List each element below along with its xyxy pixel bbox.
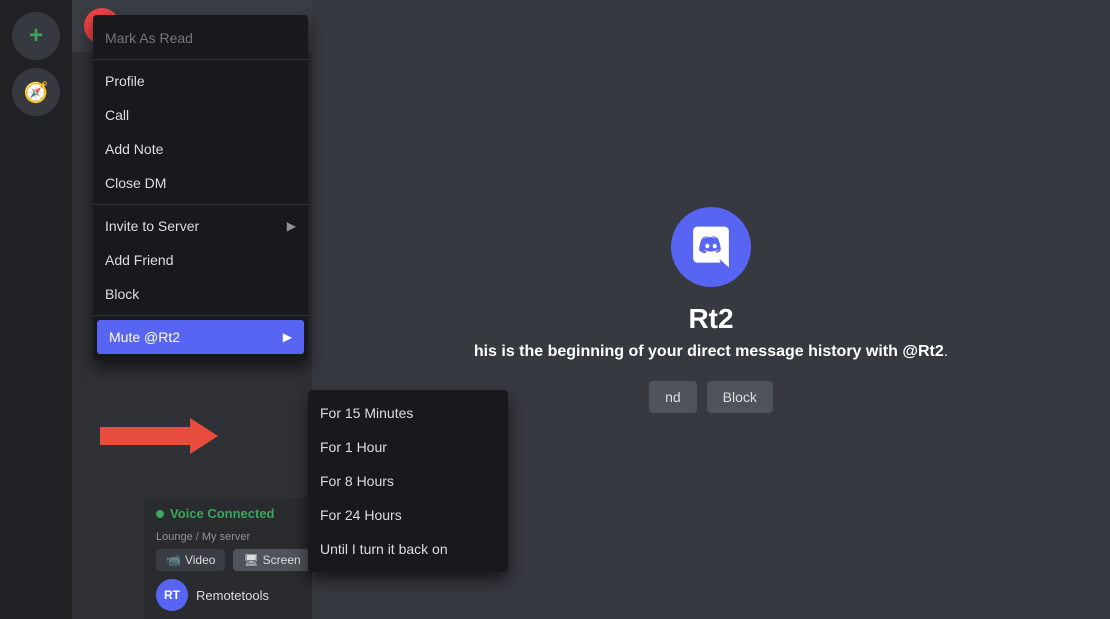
add-icon: + xyxy=(29,22,43,50)
remotetools-avatar: RT xyxy=(156,579,188,611)
screen-share-icon: 🖥 xyxy=(243,553,258,567)
ctx-block[interactable]: Block xyxy=(93,277,308,311)
user-avatar-big xyxy=(671,207,751,287)
submenu-24hours[interactable]: For 24 Hours xyxy=(308,498,508,532)
ctx-separator-3 xyxy=(93,315,308,316)
add-friend-button[interactable]: nd xyxy=(649,381,697,413)
remotetools-label: Remotetools xyxy=(196,588,269,603)
mute-submenu: For 15 Minutes For 1 Hour For 8 Hours Fo… xyxy=(308,390,508,572)
discord-logo-icon xyxy=(686,222,736,272)
invite-chevron-icon: ▶ xyxy=(287,219,296,233)
ctx-separator-2 xyxy=(93,204,308,205)
explore-button[interactable]: 🧭 xyxy=(12,68,60,116)
explore-icon: 🧭 xyxy=(24,80,49,105)
dm-history-text: his is the beginning of your direct mess… xyxy=(474,343,948,361)
arrow-body xyxy=(100,427,190,445)
block-button-chat[interactable]: Block xyxy=(707,381,773,413)
submenu-until-off[interactable]: Until I turn it back on xyxy=(308,532,508,566)
ctx-invite-to-server[interactable]: Invite to Server ▶ xyxy=(93,209,308,243)
ctx-separator-1 xyxy=(93,59,308,60)
submenu-15min[interactable]: For 15 Minutes xyxy=(308,396,508,430)
sidebar: + 🧭 xyxy=(0,0,72,619)
ctx-mute[interactable]: Mute @Rt2 ▶ xyxy=(97,320,304,354)
ctx-profile[interactable]: Profile xyxy=(93,64,308,98)
ctx-add-friend[interactable]: Add Friend xyxy=(93,243,308,277)
add-server-button[interactable]: + xyxy=(12,12,60,60)
dm-action-buttons: nd Block xyxy=(649,381,773,413)
video-button[interactable]: 📹 Video xyxy=(156,549,225,571)
arrow-head xyxy=(190,418,218,454)
voice-connected-dot xyxy=(156,510,164,518)
ctx-close-dm[interactable]: Close DM xyxy=(93,166,308,200)
context-menu: Mark As Read Profile Call Add Note Close… xyxy=(93,15,308,360)
ctx-mark-as-read[interactable]: Mark As Read xyxy=(93,21,308,55)
voice-channel-label: Lounge / My server xyxy=(156,531,250,543)
mute-chevron-icon: ▶ xyxy=(283,330,292,344)
screen-button[interactable]: 🖥 Screen xyxy=(233,549,310,571)
voice-connected-label: Voice Connected xyxy=(170,506,275,521)
ctx-add-note[interactable]: Add Note xyxy=(93,132,308,166)
video-icon: 📹 xyxy=(166,553,181,567)
ctx-call[interactable]: Call xyxy=(93,98,308,132)
red-arrow-indicator xyxy=(100,418,218,454)
chat-username: Rt2 xyxy=(688,303,733,335)
submenu-8hours[interactable]: For 8 Hours xyxy=(308,464,508,498)
submenu-1hour[interactable]: For 1 Hour xyxy=(308,430,508,464)
